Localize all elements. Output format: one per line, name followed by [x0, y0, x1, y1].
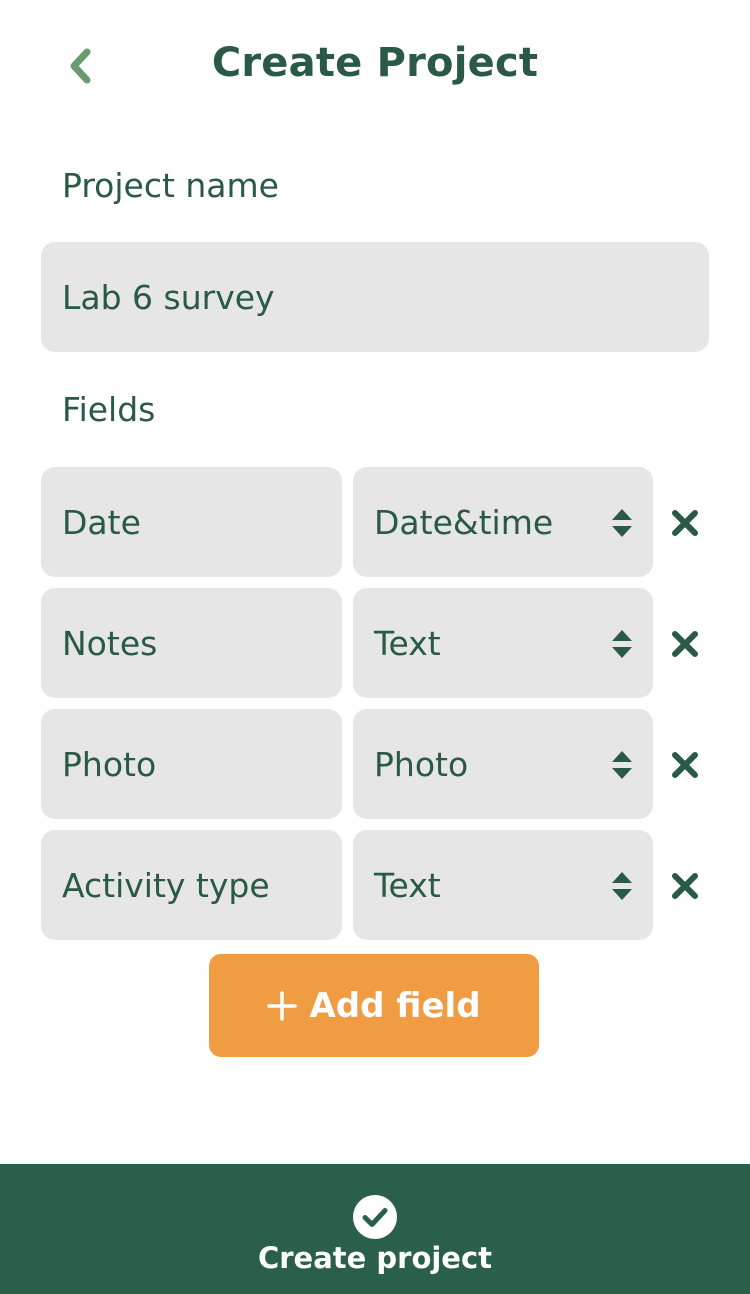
- field-name-input[interactable]: Date: [41, 467, 342, 577]
- field-row: Photo Photo: [41, 709, 721, 819]
- plus-icon: [267, 990, 298, 1021]
- create-project-button[interactable]: Create project: [0, 1164, 750, 1294]
- field-name-input[interactable]: Photo: [41, 709, 342, 819]
- create-project-label: Create project: [257, 1241, 493, 1275]
- project-name-input[interactable]: Lab 6 survey: [41, 242, 709, 352]
- field-type-value: Photo: [374, 744, 469, 784]
- close-icon: [672, 510, 698, 536]
- field-type-value: Text: [374, 865, 441, 905]
- header: Create Project: [0, 0, 750, 130]
- close-icon: [672, 631, 698, 657]
- add-field-button[interactable]: Add field: [209, 954, 539, 1057]
- field-row: Date Date&time: [41, 467, 721, 577]
- remove-field-button[interactable]: [667, 507, 703, 539]
- check-circle-icon: [353, 1195, 397, 1239]
- remove-field-button[interactable]: [667, 870, 703, 902]
- field-type-value: Text: [374, 623, 441, 663]
- field-type-value: Date&time: [374, 502, 554, 542]
- project-name-label: Project name: [62, 166, 279, 205]
- close-icon: [672, 873, 698, 899]
- page-title: Create Project: [211, 40, 539, 86]
- sort-icon: [612, 630, 632, 658]
- field-type-select[interactable]: Text: [353, 588, 653, 698]
- field-type-select[interactable]: Text: [353, 830, 653, 940]
- remove-field-button[interactable]: [667, 628, 703, 660]
- add-field-label: Add field: [309, 985, 481, 1026]
- field-name-input[interactable]: Notes: [41, 588, 342, 698]
- create-project-screen: Create Project Project name Lab 6 survey…: [0, 0, 750, 1294]
- field-type-select[interactable]: Photo: [353, 709, 653, 819]
- field-row: Notes Text: [41, 588, 721, 698]
- field-type-select[interactable]: Date&time: [353, 467, 653, 577]
- sort-icon: [612, 872, 632, 900]
- fields-label: Fields: [62, 390, 156, 429]
- remove-field-button[interactable]: [667, 749, 703, 781]
- field-row: Activity type Text: [41, 830, 721, 940]
- sort-icon: [612, 509, 632, 537]
- close-icon: [672, 752, 698, 778]
- field-name-input[interactable]: Activity type: [41, 830, 342, 940]
- sort-icon: [612, 751, 632, 779]
